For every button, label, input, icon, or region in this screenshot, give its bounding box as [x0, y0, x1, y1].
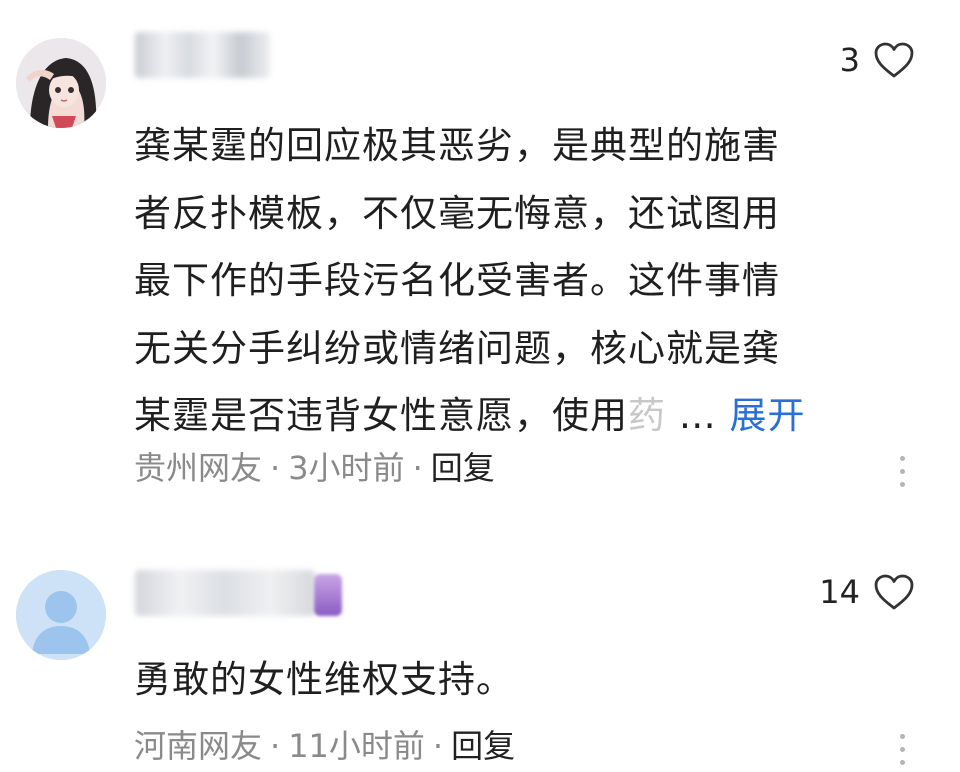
separator-dot: ·	[432, 727, 444, 765]
separator-dot: ·	[270, 727, 281, 765]
comment-item: 14 勇敢的女性维权支持。 河南网友 · 11小时前 · 回复	[0, 540, 960, 772]
comment-line: 勇敢的女性维权支持。	[134, 658, 514, 701]
user-badge-icon	[314, 574, 342, 616]
heart-outline-icon[interactable]	[872, 572, 916, 612]
vertical-dots-icon[interactable]	[898, 730, 906, 770]
like-count: 14	[819, 573, 860, 611]
default-user-avatar-icon	[16, 570, 106, 660]
comment-line: 龚某霆的回应极其恶劣，是典型的施害	[134, 124, 780, 167]
comment-text: 龚某霆的回应极其恶劣，是典型的施害 者反扑模板，不仅毫无悔意，还试图用 最下作的…	[134, 112, 864, 450]
comment-time: 11小时前	[288, 727, 425, 765]
ellipsis: …	[666, 394, 730, 437]
vertical-dots-icon[interactable]	[898, 452, 906, 492]
user-location: 贵州网友	[134, 449, 263, 487]
expand-link[interactable]: 展开	[730, 394, 806, 437]
blurred-username[interactable]	[135, 32, 270, 78]
comment-meta: 河南网友 · 11小时前 · 回复	[134, 726, 515, 766]
comment-time: 3小时前	[288, 449, 405, 487]
faded-text: 药	[628, 394, 666, 437]
user-location: 河南网友	[134, 727, 263, 765]
blurred-username[interactable]	[135, 570, 315, 616]
comment-meta: 贵州网友 · 3小时前 · 回复	[134, 448, 495, 488]
like-count: 3	[839, 41, 860, 79]
comment-line: 最下作的手段污名化受害者。这件事情	[134, 259, 780, 302]
anime-girl-avatar-image	[16, 38, 106, 128]
comment-text: 勇敢的女性维权支持。	[134, 646, 864, 714]
separator-dot: ·	[412, 449, 423, 487]
comment-line-truncated: 某霆是否违背女性意愿，使用药 … 展开	[134, 382, 864, 450]
reply-button[interactable]: 回复	[451, 727, 515, 765]
comment-line: 无关分手纠纷或情绪问题，核心就是龚	[134, 326, 780, 370]
reply-button[interactable]: 回复	[431, 449, 495, 487]
comment-item: 3 龚某霆的回应极其恶劣，是典型的施害 者反扑模板，不仅毫无悔意，还试图用 最下…	[0, 0, 960, 530]
heart-outline-icon[interactable]	[872, 40, 916, 80]
comment-line-text: 某霆是否违背女性意愿，使用	[134, 394, 628, 437]
user-avatar[interactable]	[16, 38, 106, 128]
comment-line: 者反扑模板，不仅毫无悔意，还试图用	[134, 191, 780, 235]
separator-dot: ·	[270, 449, 281, 487]
user-avatar[interactable]	[16, 570, 106, 660]
